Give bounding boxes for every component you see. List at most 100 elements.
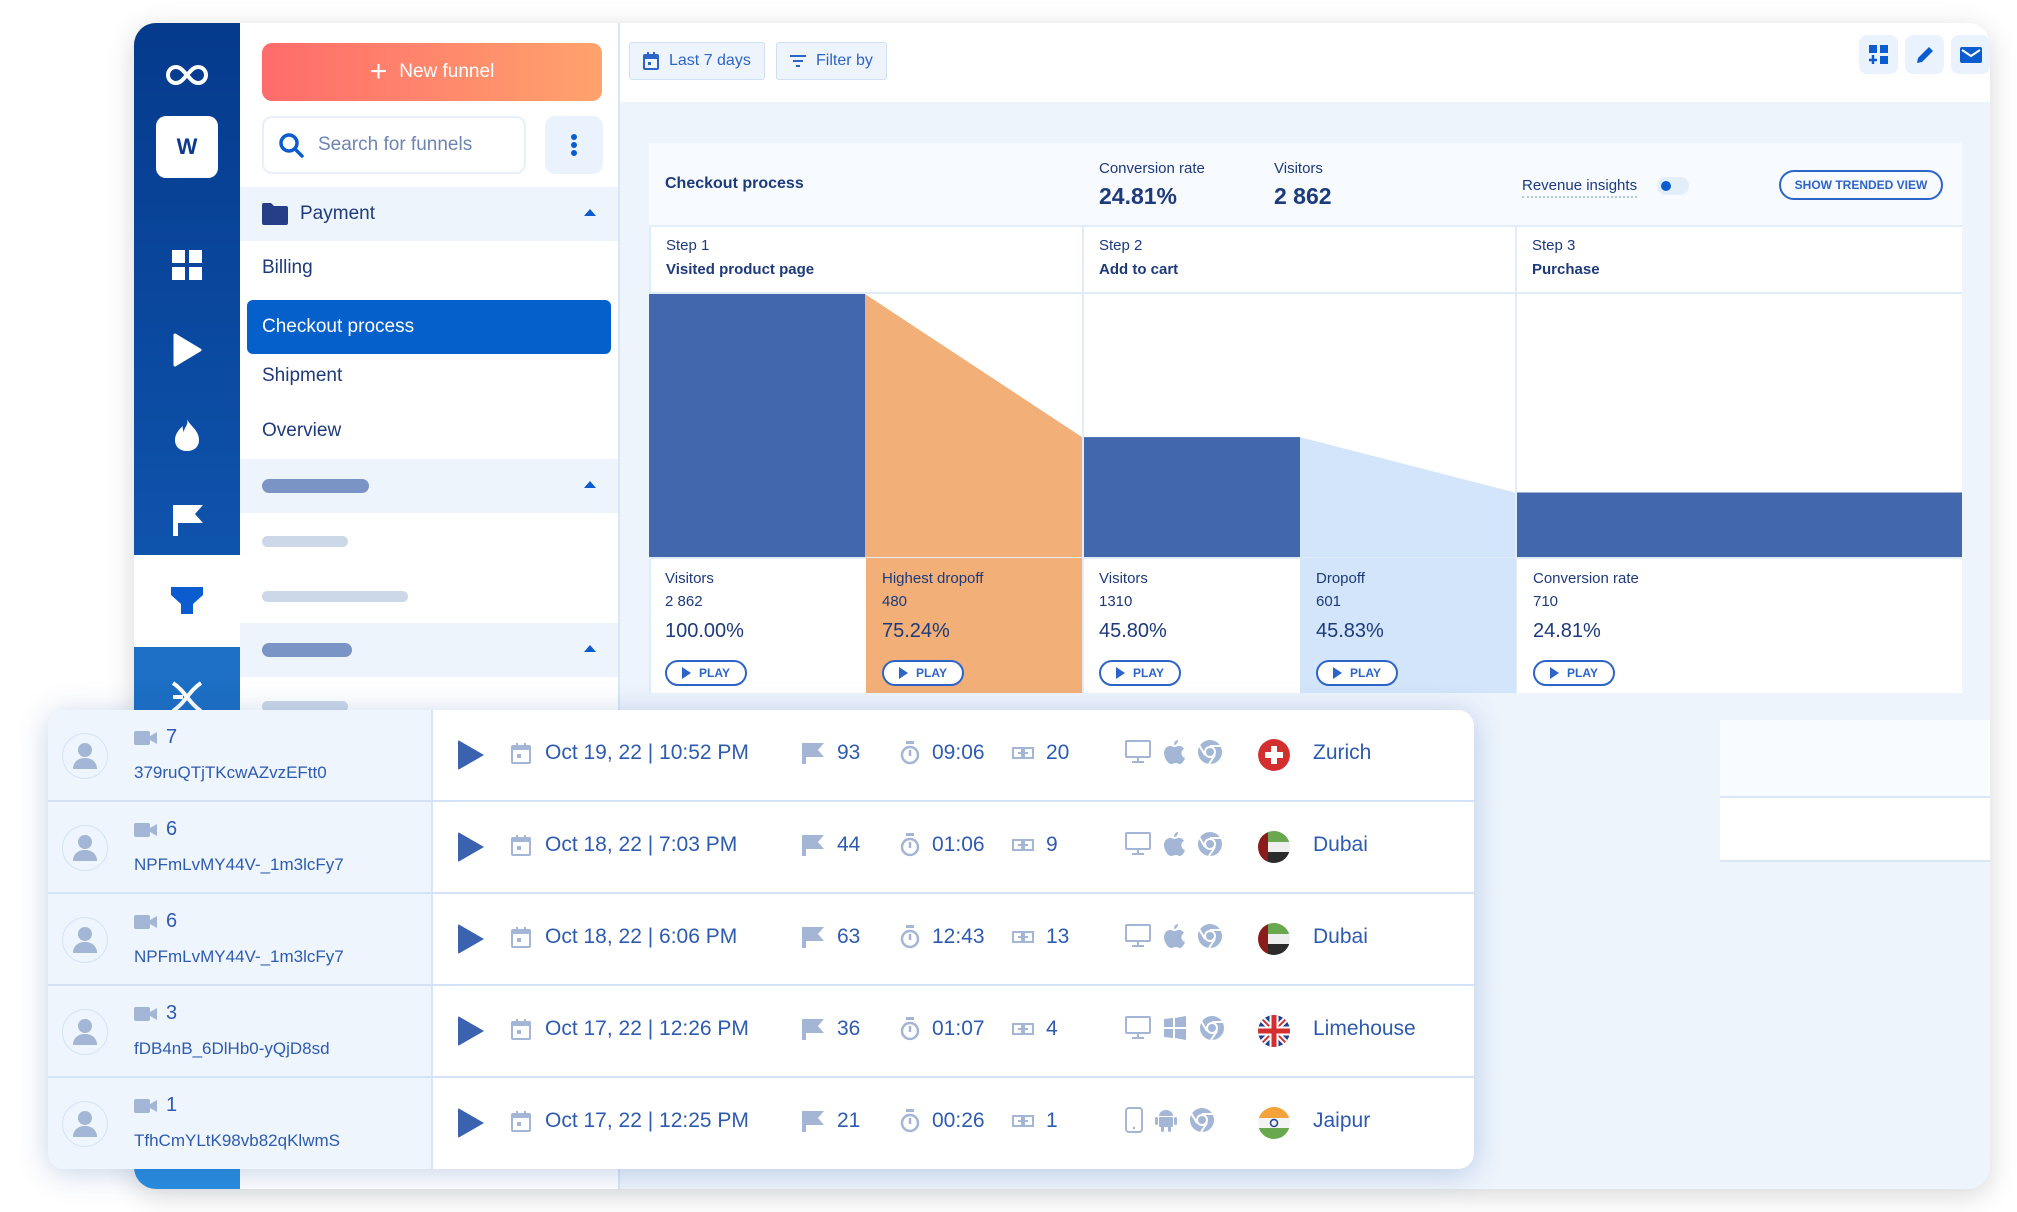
edit-button[interactable] xyxy=(1905,35,1944,74)
avatar[interactable] xyxy=(62,825,108,871)
play-session-button[interactable] xyxy=(458,740,484,770)
funnel-group-placeholder[interactable] xyxy=(240,623,618,677)
pages-link-icon xyxy=(1012,747,1034,759)
stat-count: 1310 xyxy=(1099,593,1133,610)
play-session-button[interactable] xyxy=(458,1016,484,1046)
play-button[interactable]: PLAY xyxy=(882,660,964,686)
visitors-label: Visitors xyxy=(1274,160,1323,177)
stat-dropoff: Dropoff 601 45.83% PLAY xyxy=(1300,558,1516,693)
date-range-button[interactable]: Last 7 days xyxy=(629,42,765,80)
stat-step-1-visitors: Visitors 2 862 100.00% PLAY xyxy=(649,558,865,693)
add-widget-icon xyxy=(1868,44,1888,64)
collapse-caret-icon[interactable] xyxy=(584,209,596,216)
recordings-count-value: 1 xyxy=(166,1094,178,1116)
avatar[interactable] xyxy=(62,917,108,963)
collapse-caret-icon[interactable] xyxy=(584,481,596,488)
stat-label: Conversion rate xyxy=(1533,570,1639,587)
calendar-icon xyxy=(511,835,531,856)
events-count: 21 xyxy=(801,1109,860,1133)
dropoff-area xyxy=(1300,437,1515,558)
funnel-item-shipment[interactable]: Shipment xyxy=(262,349,342,403)
toolbar: Last 7 days Filter by xyxy=(620,23,1990,102)
new-funnel-button[interactable]: + New funnel xyxy=(262,43,602,101)
session-date-value: Oct 19, 22 | 10:52 PM xyxy=(545,741,749,764)
revenue-insights-toggle[interactable] xyxy=(1657,177,1689,195)
skeleton-group-title xyxy=(262,479,369,493)
calendar-icon xyxy=(511,743,531,764)
step-name: Add to cart xyxy=(1099,261,1179,278)
session-duration-value: 01:06 xyxy=(932,833,985,856)
collapse-caret-icon[interactable] xyxy=(584,645,596,652)
play-button[interactable]: PLAY xyxy=(1099,660,1181,686)
play-icon xyxy=(899,667,909,679)
pages-count: 1 xyxy=(1012,1109,1058,1133)
flag-icon xyxy=(802,835,824,856)
recordings-count: 6 xyxy=(134,818,177,841)
events-count: 36 xyxy=(801,1017,860,1041)
video-camera-icon xyxy=(134,822,157,837)
chrome-icon xyxy=(1197,831,1223,862)
play-button[interactable]: PLAY xyxy=(665,660,747,686)
stat-percent: 45.83% xyxy=(1316,620,1384,642)
stat-count: 2 862 xyxy=(665,593,703,610)
avatar[interactable] xyxy=(62,1101,108,1147)
switzerland-flag-icon xyxy=(1258,739,1290,771)
funnel-item-checkout-process[interactable]: Checkout process xyxy=(247,300,611,354)
video-camera-icon xyxy=(134,1098,157,1113)
play-session-button[interactable] xyxy=(458,924,484,954)
session-duration-value: 09:06 xyxy=(932,741,985,764)
stat-label: Visitors xyxy=(1099,570,1148,587)
nav-dashboard[interactable] xyxy=(134,223,240,307)
session-city: Jaipur xyxy=(1313,1109,1371,1132)
pages-link-icon xyxy=(1012,1023,1034,1035)
nav-goals[interactable] xyxy=(134,478,240,562)
play-session-button[interactable] xyxy=(458,832,484,862)
avatar[interactable] xyxy=(62,1009,108,1055)
workspace-switcher[interactable]: W xyxy=(156,116,218,178)
session-row[interactable]: 6 NPFmLvMY44V-_1m3lcFy7 Oct 18, 22 | 7:0… xyxy=(48,802,1474,894)
session-duration-value: 01:07 xyxy=(932,1017,985,1040)
funnel-group-placeholder[interactable] xyxy=(240,459,618,513)
recordings-count-value: 7 xyxy=(166,726,178,748)
session-row[interactable]: 7 379ruQTjTKcwAZvzEFtt0 Oct 19, 22 | 10:… xyxy=(48,710,1474,802)
funnel-search-input[interactable] xyxy=(318,134,518,156)
funnel-search[interactable] xyxy=(262,116,526,174)
play-button[interactable]: PLAY xyxy=(1533,660,1615,686)
pages-count-value: 1 xyxy=(1046,1109,1058,1132)
avatar[interactable] xyxy=(62,733,108,779)
funnel-options-button[interactable] xyxy=(545,116,603,174)
background-panel-row xyxy=(1720,798,1990,862)
email-button[interactable] xyxy=(1951,35,1990,74)
recordings-count-value: 3 xyxy=(166,1002,178,1024)
user-icon xyxy=(73,835,97,861)
stopwatch-icon xyxy=(900,925,920,949)
play-session-button[interactable] xyxy=(458,1108,484,1138)
play-icon xyxy=(682,667,692,679)
funnel-item-overview[interactable]: Overview xyxy=(262,404,341,458)
session-row[interactable]: 6 NPFmLvMY44V-_1m3lcFy7 Oct 18, 22 | 6:0… xyxy=(48,894,1474,986)
show-trended-view-button[interactable]: SHOW TRENDED VIEW xyxy=(1779,170,1943,200)
nav-funnels[interactable] xyxy=(134,555,240,647)
nav-heatmaps[interactable] xyxy=(134,393,240,477)
desktop-icon xyxy=(1125,924,1151,953)
session-row[interactable]: 1 TfhCmYLtK98vb82qKlwmS Oct 17, 22 | 12:… xyxy=(48,1078,1474,1169)
play-button[interactable]: PLAY xyxy=(1316,660,1398,686)
india-flag-icon xyxy=(1258,1107,1290,1139)
funnel-item-billing[interactable]: Billing xyxy=(262,241,313,295)
stopwatch-icon xyxy=(900,1017,920,1041)
session-user-cell: 7 379ruQTjTKcwAZvzEFtt0 xyxy=(48,710,433,800)
filter-button[interactable]: Filter by xyxy=(776,42,887,80)
funnel-group-payment[interactable]: Payment xyxy=(240,187,618,241)
session-tech xyxy=(1125,923,1223,954)
calendar-icon xyxy=(643,52,659,70)
uae-flag-icon xyxy=(1258,923,1290,955)
apple-icon xyxy=(1163,739,1185,770)
app-logo[interactable] xyxy=(134,45,240,105)
add-widget-button[interactable] xyxy=(1859,35,1898,74)
nav-recordings[interactable] xyxy=(134,308,240,392)
funnel-bar-step-1 xyxy=(649,294,865,558)
events-count: 63 xyxy=(801,925,860,949)
session-duration: 00:26 xyxy=(900,1109,985,1133)
session-row[interactable]: 3 fDB4nB_6DlHb0-yQjD8sd Oct 17, 22 | 12:… xyxy=(48,986,1474,1078)
visitors-value: 2 862 xyxy=(1274,183,1332,209)
